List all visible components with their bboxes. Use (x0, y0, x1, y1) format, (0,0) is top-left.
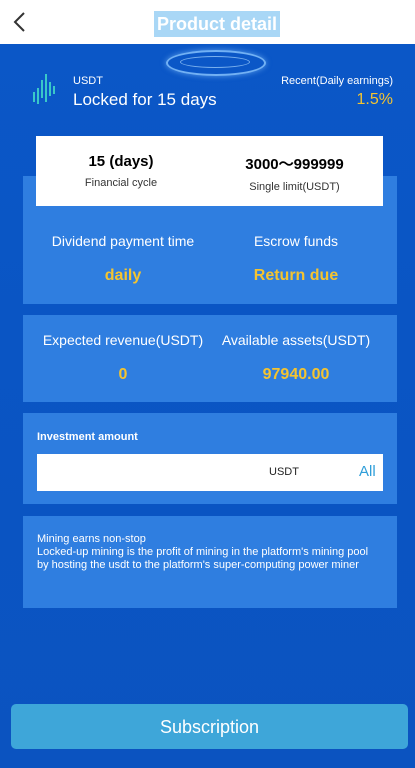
page-title: Product detail (154, 11, 281, 37)
dividend-time-value: daily (104, 267, 142, 284)
all-button[interactable]: All (359, 463, 376, 480)
cycle-label: Financial cycle (84, 177, 158, 189)
investment-unit: USDT (269, 466, 299, 478)
available-assets-label: Available assets(USDT) (221, 332, 371, 348)
dividend-time-label: Dividend payment time (51, 233, 195, 249)
cycle-column: 15 (days) Financial cycle (36, 136, 206, 206)
glow-ring-inner-decoration (180, 56, 250, 68)
escrow-funds-label: Escrow funds (253, 233, 339, 249)
daily-rate: 1.5% (356, 91, 393, 108)
coin-label: USDT (73, 75, 103, 87)
escrow-funds-value: Return due (253, 267, 339, 284)
description-heading: Mining earns non-stop (37, 533, 146, 545)
available-assets-value: 97940.00 (262, 366, 330, 383)
locked-period: Locked for 15 days (73, 90, 217, 109)
subscription-button[interactable]: Subscription (11, 704, 408, 749)
description-text: Mining earns non-stop Locked-up mining i… (37, 533, 377, 572)
chart-bars-icon (33, 74, 55, 104)
cycle-value: 15 (days) (88, 153, 154, 170)
expected-revenue-value: 0 (118, 366, 128, 383)
revenue-panel (23, 315, 397, 402)
limit-column: 3000～999999 Single limit(USDT) (206, 136, 383, 206)
investment-amount-label: Investment amount (37, 431, 138, 443)
limit-label: Single limit(USDT) (249, 181, 340, 193)
chevron-left-icon[interactable] (6, 8, 34, 36)
investment-amount-input[interactable] (37, 454, 267, 493)
summary-card: 15 (days) Financial cycle 3000～999999 Si… (36, 136, 383, 206)
back-button[interactable] (6, 8, 34, 36)
expected-revenue-label: Expected revenue(USDT) (42, 332, 204, 348)
top-bar: Product detail (0, 0, 415, 44)
limit-value: 3000～999999 (245, 156, 344, 173)
recent-earnings-label: Recent(Daily earnings) (281, 75, 393, 87)
investment-amount-field: USDT All (37, 454, 383, 493)
description-body: Locked-up mining is the profit of mining… (37, 546, 369, 571)
